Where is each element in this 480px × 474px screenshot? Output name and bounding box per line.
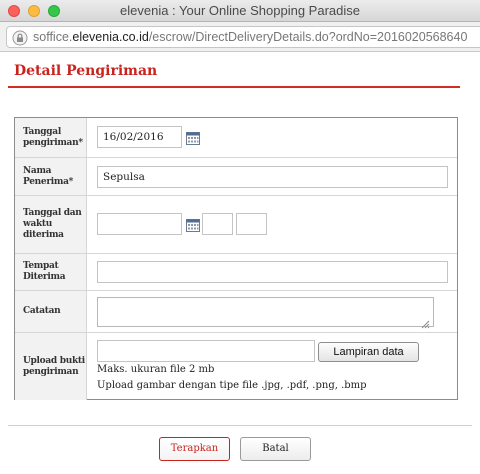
label-nama-penerima: Nama Penerima*: [15, 158, 87, 195]
menit-diterima-input[interactable]: [236, 213, 267, 235]
cell-upload-bukti: Lampiran data Maks. ukuran file 2 mb Upl…: [88, 333, 457, 400]
row-tempat-diterima: Tempat Diterima: [15, 254, 457, 291]
cell-tempat-diterima: [88, 254, 457, 290]
lampiran-data-button[interactable]: Lampiran data: [318, 342, 419, 362]
calendar-icon[interactable]: [186, 217, 200, 232]
delivery-form: Tanggal pengiriman* 16/02/2016 Nama Pene…: [14, 117, 458, 400]
cell-tanggal-pengiriman: 16/02/2016: [88, 118, 457, 157]
label-tanggal-pengiriman: Tanggal pengiriman*: [15, 118, 87, 157]
upload-file-input[interactable]: [97, 340, 315, 362]
address-bar: soffice.elevenia.co.id/escrow/DirectDeli…: [0, 22, 480, 52]
upload-types-note: Upload gambar dengan tipe file .jpg, .pd…: [97, 380, 367, 391]
row-nama-penerima: Nama Penerima* Sepulsa: [15, 158, 457, 196]
window-titlebar: elevenia : Your Online Shopping Paradise: [0, 0, 480, 22]
cell-nama-penerima: Sepulsa: [88, 158, 457, 195]
label-tempat-diterima: Tempat Diterima: [15, 254, 87, 290]
cell-tanggal-waktu-diterima: [88, 196, 457, 253]
row-tanggal-waktu-diterima: Tanggal dan waktu diterima: [15, 196, 457, 254]
url-domain: elevenia.co.id: [72, 30, 149, 44]
title-divider: [8, 86, 460, 88]
page-title: Detail Pengiriman: [14, 63, 158, 79]
nama-penerima-input[interactable]: Sepulsa: [97, 166, 448, 188]
catatan-textarea[interactable]: [97, 297, 434, 327]
site-lock-icon: [12, 30, 28, 46]
tanggal-diterima-input[interactable]: [97, 213, 182, 235]
tanggal-pengiriman-input[interactable]: 16/02/2016: [97, 126, 182, 148]
jam-diterima-input[interactable]: [202, 213, 233, 235]
row-catatan: Catatan: [15, 291, 457, 333]
cell-catatan: [88, 291, 457, 332]
batal-button[interactable]: Batal: [240, 437, 311, 461]
url-text: soffice.elevenia.co.id/escrow/DirectDeli…: [33, 30, 467, 44]
label-tanggal-waktu-diterima: Tanggal dan waktu diterima: [15, 196, 87, 253]
calendar-icon[interactable]: [186, 130, 200, 145]
terapkan-button[interactable]: Terapkan: [159, 437, 230, 461]
tempat-diterima-input[interactable]: [97, 261, 448, 283]
url-prefix: soffice.: [33, 30, 73, 44]
url-path: /escrow/DirectDeliveryDetails.do?ordNo=2…: [148, 30, 468, 44]
upload-size-note: Maks. ukuran file 2 mb: [97, 364, 215, 375]
resize-grip-icon[interactable]: [421, 314, 430, 329]
url-field[interactable]: soffice.elevenia.co.id/escrow/DirectDeli…: [6, 26, 480, 48]
row-tanggal-pengiriman: Tanggal pengiriman* 16/02/2016: [15, 118, 457, 158]
label-catatan: Catatan: [15, 291, 87, 332]
actions-divider: [8, 425, 472, 426]
row-upload-bukti: Upload bukti pengiriman Lampiran data Ma…: [15, 333, 457, 400]
window-title: elevenia : Your Online Shopping Paradise: [120, 3, 360, 18]
label-upload-bukti: Upload bukti pengiriman: [15, 333, 87, 400]
